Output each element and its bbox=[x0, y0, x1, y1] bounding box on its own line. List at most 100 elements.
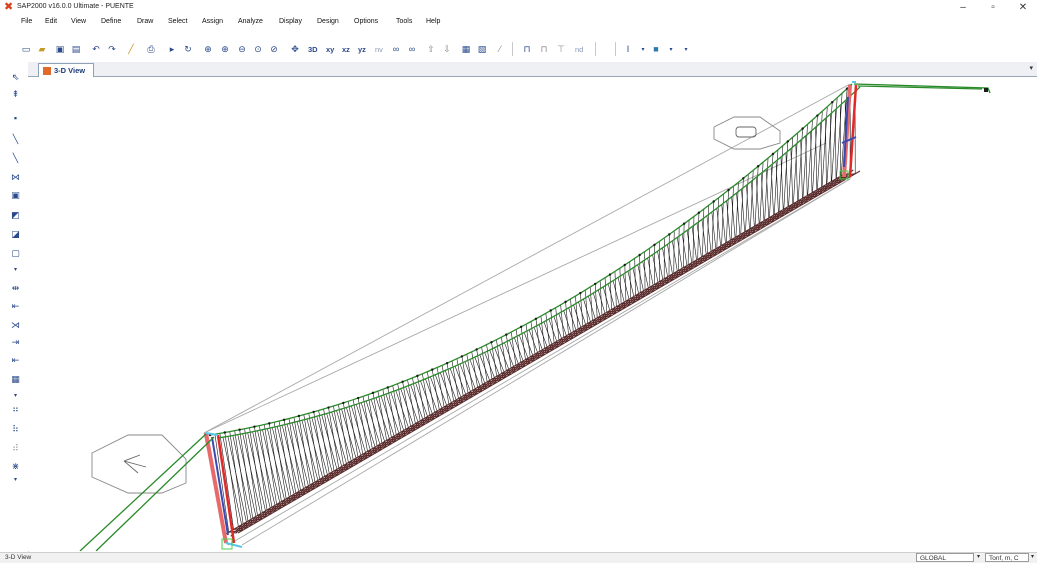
node-icon[interactable]: ⊤ bbox=[554, 43, 568, 55]
cable-joint bbox=[535, 318, 537, 320]
draw-joint-icon[interactable]: ▪ bbox=[9, 111, 22, 124]
redo-icon[interactable]: ↷ bbox=[105, 43, 119, 55]
zoom-out-icon[interactable]: ⊖ bbox=[235, 43, 249, 55]
title-bar: ✖ SAP2000 v16.0.0 Ultimate - PUENTE – ▫ … bbox=[0, 0, 1037, 16]
model-viewport[interactable] bbox=[28, 77, 1037, 551]
display-options-icon[interactable]: ▦ bbox=[459, 43, 473, 55]
menu-tools[interactable]: Tools bbox=[396, 18, 412, 25]
color-icon[interactable]: ■ bbox=[649, 43, 663, 55]
perspective-icon[interactable]: ∞ bbox=[389, 43, 403, 55]
snap-points-icon[interactable]: ⠶ bbox=[9, 403, 22, 416]
tab-3d-view[interactable]: 3-D View bbox=[38, 63, 94, 77]
cable-joint bbox=[490, 341, 492, 343]
view-tab-strip: 3-D View ▾ bbox=[28, 62, 1037, 77]
new-file-icon[interactable]: ▭ bbox=[19, 43, 33, 55]
hanger bbox=[259, 426, 271, 508]
cable-joint bbox=[342, 402, 344, 404]
menu-file[interactable]: File bbox=[21, 18, 32, 25]
quick-frame-icon[interactable]: ╲ bbox=[9, 152, 22, 165]
hanger bbox=[299, 416, 310, 485]
frame-icon[interactable]: ⊓ bbox=[520, 43, 534, 55]
pencil-icon[interactable]: ╱ bbox=[124, 43, 138, 55]
node-label-button[interactable]: nd bbox=[575, 45, 583, 54]
menu-select[interactable]: Select bbox=[168, 18, 187, 25]
hanger bbox=[294, 417, 305, 487]
chevron-down-icon[interactable]: ▾ bbox=[664, 43, 678, 55]
select-previous-icon[interactable]: ⇤ bbox=[9, 300, 22, 313]
coord-system-select[interactable]: GLOBAL bbox=[916, 553, 974, 562]
undo-icon[interactable]: ↶ bbox=[89, 43, 103, 55]
chevron-down-icon[interactable]: ▾ bbox=[974, 553, 983, 562]
steel-section-icon[interactable]: I bbox=[621, 43, 635, 55]
minimize-button[interactable]: – bbox=[948, 0, 978, 16]
print-icon[interactable]: ⎙ bbox=[144, 43, 158, 55]
main-cable bbox=[210, 84, 852, 435]
hanger bbox=[309, 413, 320, 479]
clear-selection-icon[interactable]: ⋊ bbox=[9, 319, 22, 332]
zoom-window-icon[interactable]: ⊕ bbox=[201, 43, 215, 55]
pan-icon[interactable]: ✥ bbox=[288, 43, 302, 55]
snap-ends-icon[interactable]: ⠷ bbox=[9, 423, 22, 436]
view-3d-button[interactable]: 3D bbox=[308, 45, 318, 54]
draw-frame-icon[interactable]: ╲ bbox=[9, 133, 22, 146]
close-button[interactable]: ✕ bbox=[1008, 0, 1037, 16]
chevron-down-icon[interactable]: ▾ bbox=[679, 43, 693, 55]
restraint-icon[interactable]: ⇤ bbox=[9, 354, 22, 367]
quick-draw-icon[interactable]: ⊓ bbox=[537, 43, 551, 55]
cable-joint bbox=[357, 397, 359, 399]
view-xy-button[interactable]: xy bbox=[326, 45, 334, 54]
draw-solid-icon[interactable]: ▢ bbox=[9, 247, 22, 260]
chevron-down-icon[interactable]: ▾ bbox=[636, 43, 650, 55]
run-analysis-icon[interactable]: ▸ bbox=[165, 43, 179, 55]
snap-intersect-icon[interactable]: ⠾ bbox=[9, 442, 22, 455]
menu-assign[interactable]: Assign bbox=[202, 18, 223, 25]
cable-joint bbox=[638, 254, 640, 256]
cable-joint bbox=[520, 326, 522, 328]
draw-area-icon[interactable]: ◩ bbox=[9, 209, 22, 222]
quick-area-icon[interactable]: ◪ bbox=[9, 228, 22, 241]
menu-view[interactable]: View bbox=[71, 18, 86, 25]
section-cut-icon[interactable]: ⁄ bbox=[493, 43, 507, 55]
menu-options[interactable]: Options bbox=[354, 18, 378, 25]
menu-draw[interactable]: Draw bbox=[137, 18, 153, 25]
open-folder-icon[interactable]: ▰ bbox=[35, 43, 49, 55]
save-icon[interactable]: ▣ bbox=[53, 43, 67, 55]
chevron-down-icon[interactable]: ▾ bbox=[9, 389, 22, 402]
menu-analyze[interactable]: Analyze bbox=[238, 18, 263, 25]
menu-design[interactable]: Design bbox=[317, 18, 339, 25]
menu-define[interactable]: Define bbox=[101, 18, 121, 25]
view-yz-button[interactable]: yz bbox=[358, 45, 366, 54]
menu-display[interactable]: Display bbox=[279, 18, 302, 25]
show-undeformed-icon[interactable]: ▧ bbox=[475, 43, 489, 55]
draw-cable-icon[interactable]: ⋈ bbox=[9, 171, 22, 184]
zoom-in-icon[interactable]: ⊕ bbox=[218, 43, 232, 55]
menu-help[interactable]: Help bbox=[426, 18, 440, 25]
snap-perpendicular-icon[interactable]: ⋇ bbox=[9, 460, 22, 473]
hanger bbox=[796, 144, 798, 207]
units-select[interactable]: Tonf, m, C bbox=[985, 553, 1029, 562]
select-all-icon[interactable]: ⇹ bbox=[9, 282, 22, 295]
pointer-icon[interactable]: ⇖ bbox=[9, 71, 22, 84]
zoom-previous-icon[interactable]: ⊘ bbox=[267, 43, 281, 55]
tab-dropdown-icon[interactable]: ▾ bbox=[1029, 64, 1033, 72]
intersecting-line-icon[interactable]: ⇥ bbox=[9, 336, 22, 349]
menu-edit[interactable]: Edit bbox=[45, 18, 57, 25]
reshape-icon[interactable]: ⇞ bbox=[9, 88, 22, 101]
move-down-icon[interactable]: ⇩ bbox=[440, 43, 454, 55]
grid-icon[interactable]: ▦ bbox=[9, 373, 22, 386]
view-nv-button[interactable]: nv bbox=[375, 45, 383, 54]
chevron-down-icon[interactable]: ▾ bbox=[1028, 553, 1037, 562]
grid-outline bbox=[204, 84, 850, 545]
chevron-down-icon[interactable]: ▾ bbox=[9, 473, 22, 486]
rotate-icon[interactable]: ↻ bbox=[181, 43, 195, 55]
hanger bbox=[388, 387, 396, 434]
zoom-restore-icon[interactable]: ⊙ bbox=[251, 43, 265, 55]
draw-link-icon[interactable]: ▣ bbox=[9, 189, 22, 202]
cable-joint bbox=[624, 264, 626, 266]
offset-icon[interactable]: ∞ bbox=[405, 43, 419, 55]
maximize-button[interactable]: ▫ bbox=[978, 0, 1008, 16]
save-as-icon[interactable]: ▤ bbox=[69, 43, 83, 55]
move-up-icon[interactable]: ⇧ bbox=[424, 43, 438, 55]
view-xz-button[interactable]: xz bbox=[342, 45, 350, 54]
more-icon[interactable]: ▾ bbox=[9, 263, 22, 276]
